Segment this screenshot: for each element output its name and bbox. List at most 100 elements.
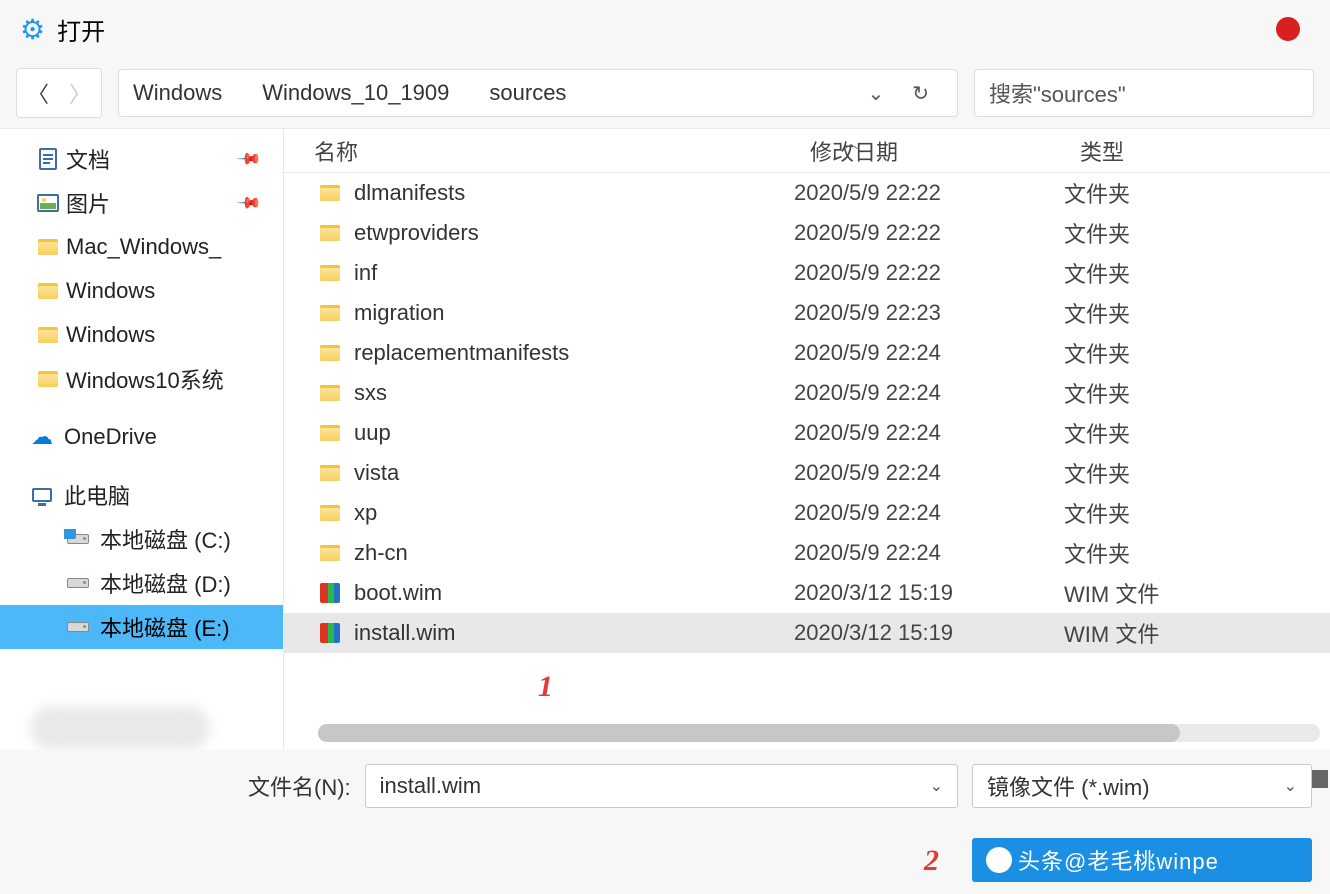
file-panel: ︿ 名称 修改日期 类型 dlmanifests2020/5/9 22:22文件… <box>284 129 1330 750</box>
file-row[interactable]: xp 2020/5/9 22:24文件夹 <box>284 493 1330 533</box>
folder-icon <box>318 183 342 203</box>
file-name: dlmanifests <box>354 180 465 206</box>
sidebar-item-label: 此电脑 <box>64 479 130 511</box>
sidebar-item-drive-c[interactable]: 本地磁盘 (C:) <box>0 517 283 561</box>
file-row[interactable]: uup2020/5/9 22:24文件夹 <box>284 413 1330 453</box>
column-headers: 名称 修改日期 类型 <box>284 129 1330 173</box>
nav-buttons: 〈 〉 <box>16 68 102 118</box>
file-row[interactable]: etwproviders2020/5/9 22:22文件夹 <box>284 213 1330 253</box>
file-date: 2020/5/9 22:22 <box>794 180 1064 206</box>
scrollbar-thumb[interactable] <box>318 724 1180 742</box>
file-date: 2020/3/12 15:19 <box>794 620 1064 646</box>
pin-icon: 📌 <box>235 145 263 173</box>
vertical-scrollbar-button[interactable] <box>1312 770 1328 788</box>
filter-value: 镜像文件 (*.wim) <box>987 770 1150 802</box>
titlebar: ⚙ 打开 <box>0 0 1330 58</box>
file-row[interactable]: vista2020/5/9 22:24文件夹 <box>284 453 1330 493</box>
search-placeholder: 搜索"sources" <box>989 77 1126 109</box>
file-date: 2020/5/9 22:22 <box>794 220 1064 246</box>
file-row[interactable]: migration2020/5/9 22:23文件夹 <box>284 293 1330 333</box>
file-row[interactable]: sxs2020/5/9 22:24文件夹 <box>284 373 1330 413</box>
search-input[interactable]: 搜索"sources" <box>974 69 1314 117</box>
breadcrumb[interactable]: sources <box>489 80 566 106</box>
navbar: 〈 〉 Windows Windows_10_1909 sources ⌄ ↻ … <box>0 58 1330 128</box>
folder-icon <box>318 503 342 523</box>
sort-arrow-icon[interactable]: ︿ <box>844 133 858 153</box>
file-name: xp <box>354 500 377 526</box>
sidebar-item-documents[interactable]: 文档 📌 <box>0 137 283 181</box>
sidebar-item-folder[interactable]: Mac_Windows_ <box>0 225 283 269</box>
sidebar-item-label: 图片 <box>66 187 110 219</box>
sidebar-item-thispc[interactable]: 此电脑 <box>0 473 283 517</box>
filename-label: 文件名(N): <box>248 770 351 802</box>
drive-icon <box>66 615 90 639</box>
folder-icon <box>318 343 342 363</box>
file-date: 2020/5/9 22:24 <box>794 380 1064 406</box>
column-header-date[interactable]: 修改日期 <box>794 135 1064 167</box>
file-name-cell: replacementmanifests <box>284 340 794 366</box>
pc-icon <box>30 483 54 507</box>
wim-file-icon <box>318 583 342 603</box>
file-name: replacementmanifests <box>354 340 569 366</box>
folder-icon <box>318 383 342 403</box>
horizontal-scrollbar[interactable] <box>318 724 1320 742</box>
file-name: install.wim <box>354 620 455 646</box>
sidebar-item-onedrive[interactable]: ☁ OneDrive <box>0 415 283 459</box>
file-type: 文件夹 <box>1064 257 1330 289</box>
folder-icon <box>36 323 60 347</box>
breadcrumb[interactable]: Windows <box>133 80 222 106</box>
file-row[interactable]: zh-cn2020/5/9 22:24文件夹 <box>284 533 1330 573</box>
file-name-cell: migration <box>284 300 794 326</box>
refresh-icon[interactable]: ↻ <box>898 81 943 106</box>
back-button[interactable]: 〈 <box>17 69 59 117</box>
filename-input[interactable]: install.wim ⌄ <box>365 764 958 808</box>
location-bar[interactable]: Windows Windows_10_1909 sources ⌄ ↻ <box>118 69 958 117</box>
picture-icon <box>36 191 60 215</box>
folder-icon <box>318 423 342 443</box>
file-row[interactable]: dlmanifests2020/5/9 22:22文件夹 <box>284 173 1330 213</box>
file-name-cell: install.wim <box>284 620 794 646</box>
content: 文档 📌 图片 📌 Mac_Windows_ Windows Windows W… <box>0 128 1330 750</box>
watermark-text: 头条@老毛桃winpe <box>1018 844 1219 876</box>
sidebar-item-folder[interactable]: Windows10系统 <box>0 357 283 401</box>
forward-button[interactable]: 〉 <box>59 69 101 117</box>
file-date: 2020/5/9 22:22 <box>794 260 1064 286</box>
open-button[interactable]: 头条@老毛桃winpe <box>972 838 1312 882</box>
file-name-cell: xp <box>284 500 794 526</box>
file-row[interactable]: boot.wim2020/3/12 15:19WIM 文件 <box>284 573 1330 613</box>
sidebar: 文档 📌 图片 📌 Mac_Windows_ Windows Windows W… <box>0 129 284 750</box>
blurred-item <box>30 706 210 750</box>
file-name: vista <box>354 460 399 486</box>
drive-icon <box>66 571 90 595</box>
file-row[interactable]: inf2020/5/9 22:22文件夹 <box>284 253 1330 293</box>
file-type: 文件夹 <box>1064 337 1330 369</box>
column-header-type[interactable]: 类型 <box>1064 135 1330 167</box>
sidebar-item-folder[interactable]: Windows <box>0 269 283 313</box>
file-type: 文件夹 <box>1064 497 1330 529</box>
file-row[interactable]: install.wim2020/3/12 15:19WIM 文件 <box>284 613 1330 653</box>
sidebar-item-drive-e[interactable]: 本地磁盘 (E:) <box>0 605 283 649</box>
sidebar-item-folder[interactable]: Windows <box>0 313 283 357</box>
chevron-down-icon[interactable]: ⌄ <box>1284 776 1297 796</box>
file-date: 2020/5/9 22:24 <box>794 500 1064 526</box>
chevron-down-icon[interactable]: ⌄ <box>930 776 943 796</box>
breadcrumb[interactable]: Windows_10_1909 <box>262 80 449 106</box>
file-row[interactable]: replacementmanifests2020/5/9 22:24文件夹 <box>284 333 1330 373</box>
close-dot-icon[interactable] <box>1276 17 1300 41</box>
chevron-down-icon[interactable]: ⌄ <box>853 81 898 106</box>
sidebar-item-label: Mac_Windows_ <box>66 234 221 260</box>
sidebar-item-label: Windows <box>66 322 155 348</box>
sidebar-item-label: OneDrive <box>64 424 157 450</box>
sidebar-item-pictures[interactable]: 图片 📌 <box>0 181 283 225</box>
file-type: WIM 文件 <box>1064 577 1330 609</box>
file-name: boot.wim <box>354 580 442 606</box>
sidebar-item-drive-d[interactable]: 本地磁盘 (D:) <box>0 561 283 605</box>
column-header-name[interactable]: 名称 <box>284 135 794 167</box>
sidebar-item-label: 文档 <box>66 143 110 175</box>
filetype-filter[interactable]: 镜像文件 (*.wim) ⌄ <box>972 764 1312 808</box>
file-list: dlmanifests2020/5/9 22:22文件夹etwproviders… <box>284 173 1330 700</box>
file-name-cell: dlmanifests <box>284 180 794 206</box>
avatar-icon <box>986 847 1012 873</box>
folder-icon <box>318 543 342 563</box>
sidebar-item-label: Windows10系统 <box>66 363 224 395</box>
